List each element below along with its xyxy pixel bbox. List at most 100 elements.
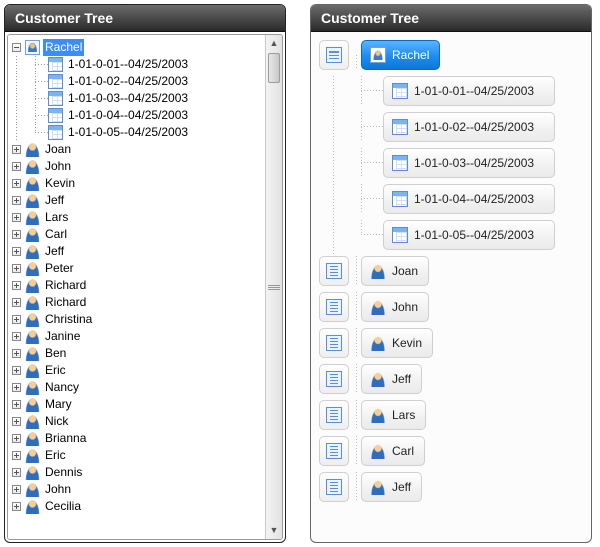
tree-node[interactable]: Eric: [10, 447, 263, 464]
expand-toggle[interactable]: [12, 366, 21, 375]
tree-node-button[interactable]: Rachel: [361, 40, 440, 70]
expand-button[interactable]: [319, 472, 349, 502]
expand-button[interactable]: [319, 364, 349, 394]
tree-node-label: Jeff: [392, 372, 411, 386]
expand-toggle[interactable]: [12, 162, 21, 171]
expand-toggle[interactable]: [12, 196, 21, 205]
tree-node[interactable]: Ben: [10, 345, 263, 362]
tree-node: Jeff: [319, 472, 583, 502]
person-icon: [25, 278, 40, 293]
tree-node-child[interactable]: 1-01-0-01--04/25/2003: [10, 56, 263, 73]
tree-node-child[interactable]: 1-01-0-05--04/25/2003: [10, 124, 263, 141]
tree-node[interactable]: Mary: [10, 396, 263, 413]
expand-button[interactable]: [319, 436, 349, 466]
tree-node[interactable]: John: [10, 158, 263, 175]
person-icon: [25, 142, 40, 157]
tree-node-label: Ben: [43, 345, 68, 362]
expand-toggle[interactable]: [12, 332, 21, 341]
tree-node-button[interactable]: 1-01-0-02--04/25/2003: [383, 112, 555, 142]
person-icon: [25, 346, 40, 361]
grid-icon: [48, 91, 63, 106]
tree-node-root[interactable]: Rachel: [10, 39, 263, 56]
tree-node-button[interactable]: Carl: [361, 436, 425, 466]
scroll-thumb[interactable]: [268, 53, 280, 83]
expand-toggle[interactable]: [12, 468, 21, 477]
expand-toggle[interactable]: [12, 230, 21, 239]
tree-node-button[interactable]: Jeff: [361, 472, 422, 502]
tree-node[interactable]: Carl: [10, 226, 263, 243]
tree-connector: [361, 148, 383, 178]
expand-toggle[interactable]: [12, 451, 21, 460]
tree-node[interactable]: Jeff: [10, 192, 263, 209]
tree-node-button[interactable]: Lars: [361, 400, 426, 430]
tree-node-label: Jeff: [43, 192, 66, 209]
tree-node-button[interactable]: 1-01-0-01--04/25/2003: [383, 76, 555, 106]
scroll-down-arrow[interactable]: ▼: [266, 522, 282, 539]
tree-node-button[interactable]: 1-01-0-05--04/25/2003: [383, 220, 555, 250]
tree-node-label: Nancy: [43, 379, 81, 396]
tree-node[interactable]: Brianna: [10, 430, 263, 447]
expand-toggle[interactable]: [12, 247, 21, 256]
tree-node-button[interactable]: 1-01-0-04--04/25/2003: [383, 184, 555, 214]
scroll-up-arrow[interactable]: ▲: [266, 35, 282, 52]
tree-node: Lars: [319, 400, 583, 430]
tree-node[interactable]: Peter: [10, 260, 263, 277]
grid-icon: [48, 108, 63, 123]
expand-toggle[interactable]: [12, 264, 21, 273]
tree-node[interactable]: John: [10, 481, 263, 498]
tree-node-button[interactable]: Kevin: [361, 328, 433, 358]
tree-node-child[interactable]: 1-01-0-04--04/25/2003: [10, 107, 263, 124]
tree-node[interactable]: Richard: [10, 294, 263, 311]
tree-node[interactable]: Lars: [10, 209, 263, 226]
expand-toggle[interactable]: [12, 434, 21, 443]
expand-toggle[interactable]: [12, 485, 21, 494]
tree-node-button[interactable]: John: [361, 292, 429, 322]
tree-node-child: 1-01-0-04--04/25/2003: [361, 184, 583, 214]
tree-node-button[interactable]: Joan: [361, 256, 429, 286]
tree-node[interactable]: Janine: [10, 328, 263, 345]
tree-node[interactable]: Joan: [10, 141, 263, 158]
expand-toggle[interactable]: [12, 179, 21, 188]
tree-node-label: Carl: [392, 444, 414, 458]
tree-node[interactable]: Kevin: [10, 175, 263, 192]
expand-toggle[interactable]: [12, 315, 21, 324]
tree-node-button[interactable]: Jeff: [361, 364, 422, 394]
tree-node-label: 1-01-0-01--04/25/2003: [414, 84, 534, 98]
tree-node-label: 1-01-0-03--04/25/2003: [66, 90, 190, 107]
expand-toggle[interactable]: [12, 417, 21, 426]
tree-node[interactable]: Dennis: [10, 464, 263, 481]
expand-toggle[interactable]: [12, 145, 21, 154]
expand-toggle[interactable]: [12, 298, 21, 307]
tree-node-label: Joan: [43, 141, 73, 158]
tree-node[interactable]: Nancy: [10, 379, 263, 396]
collapse-toggle[interactable]: [12, 43, 21, 52]
tree-node[interactable]: Christina: [10, 311, 263, 328]
expand-toggle[interactable]: [12, 349, 21, 358]
expand-toggle[interactable]: [12, 400, 21, 409]
customer-tree-panel-dark: Customer Tree Rachel1-01-0-01--04/25/200…: [4, 4, 286, 543]
expand-toggle[interactable]: [12, 213, 21, 222]
tree-node: Carl: [319, 436, 583, 466]
tree-node[interactable]: Eric: [10, 362, 263, 379]
tree-node[interactable]: Nick: [10, 413, 263, 430]
expand-button[interactable]: [319, 400, 349, 430]
vertical-scrollbar[interactable]: ▲ ▼: [265, 35, 282, 539]
tree-connector: [361, 184, 383, 214]
tree-node[interactable]: Richard: [10, 277, 263, 294]
tree-closed-icon: [326, 263, 342, 279]
tree-node-child[interactable]: 1-01-0-02--04/25/2003: [10, 73, 263, 90]
expand-button[interactable]: [319, 292, 349, 322]
expand-toggle[interactable]: [12, 502, 21, 511]
person-icon: [25, 210, 40, 225]
tree-node[interactable]: Cecilia: [10, 498, 263, 515]
expand-button[interactable]: [319, 256, 349, 286]
expand-toggle[interactable]: [12, 281, 21, 290]
person-icon: [25, 176, 40, 191]
tree-node-child[interactable]: 1-01-0-03--04/25/2003: [10, 90, 263, 107]
collapse-button[interactable]: [319, 40, 349, 70]
tree-node-button[interactable]: 1-01-0-03--04/25/2003: [383, 148, 555, 178]
tree-node: Joan: [319, 256, 583, 286]
expand-toggle[interactable]: [12, 383, 21, 392]
tree-node[interactable]: Jeff: [10, 243, 263, 260]
expand-button[interactable]: [319, 328, 349, 358]
